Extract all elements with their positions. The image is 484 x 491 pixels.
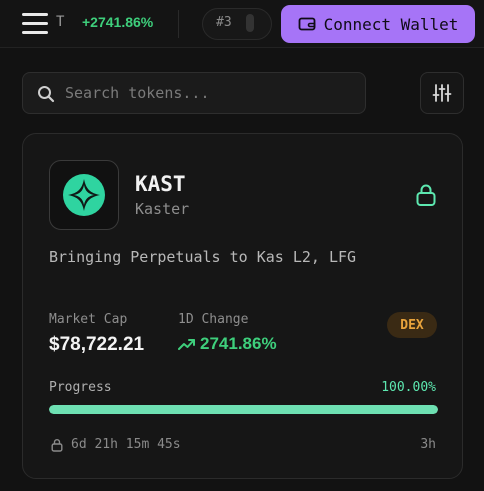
ticker-token-icon: [246, 14, 254, 32]
progress-bar: [49, 405, 438, 414]
token-description: Bringing Perpetuals to Kas L2, LFG: [49, 248, 357, 266]
ticker-symbol: T: [56, 14, 65, 30]
hamburger-menu-icon[interactable]: [22, 12, 50, 36]
lock-icon: [51, 438, 63, 452]
ticker-item[interactable]: [202, 8, 272, 40]
wallet-icon: [298, 17, 315, 31]
token-symbol: KAST: [135, 172, 186, 196]
top-bar: T +2741.86% #3 Connect Wallet: [0, 0, 484, 48]
token-logo: [49, 160, 119, 230]
change-value: 2741.86%: [200, 334, 277, 353]
ticker-rank: #3: [216, 15, 232, 30]
ticker-divider: [178, 10, 179, 38]
four-point-star-logo: [63, 174, 105, 216]
connect-wallet-button[interactable]: Connect Wallet: [281, 5, 475, 43]
connect-wallet-label: Connect Wallet: [323, 14, 459, 34]
token-age: 3h: [420, 437, 436, 452]
progress-percent: 100.00%: [381, 380, 436, 395]
change-label: 1D Change: [178, 312, 249, 327]
dex-badge: DEX: [387, 312, 437, 338]
search-icon: [38, 86, 55, 103]
progress-label: Progress: [49, 380, 112, 395]
countdown-text: 6d 21h 15m 45s: [71, 437, 181, 452]
market-cap-label: Market Cap: [49, 312, 128, 327]
token-card[interactable]: KAST Kaster Bringing Perpetuals to Kas L…: [22, 133, 463, 479]
sliders-icon: [432, 84, 452, 102]
search-box[interactable]: [22, 72, 366, 114]
progress-bar-fill: [49, 405, 438, 414]
search-input[interactable]: [65, 73, 355, 113]
countdown: 6d 21h 15m 45s: [51, 437, 181, 452]
filter-button[interactable]: [420, 72, 464, 114]
ticker-change: +2741.86%: [82, 14, 154, 30]
trending-up-icon: [178, 339, 195, 350]
market-cap-value: $78,722.21: [49, 334, 145, 355]
token-name: Kaster: [135, 200, 190, 218]
change-value-group: 2741.86%: [178, 334, 277, 354]
lock-icon: [416, 184, 436, 206]
